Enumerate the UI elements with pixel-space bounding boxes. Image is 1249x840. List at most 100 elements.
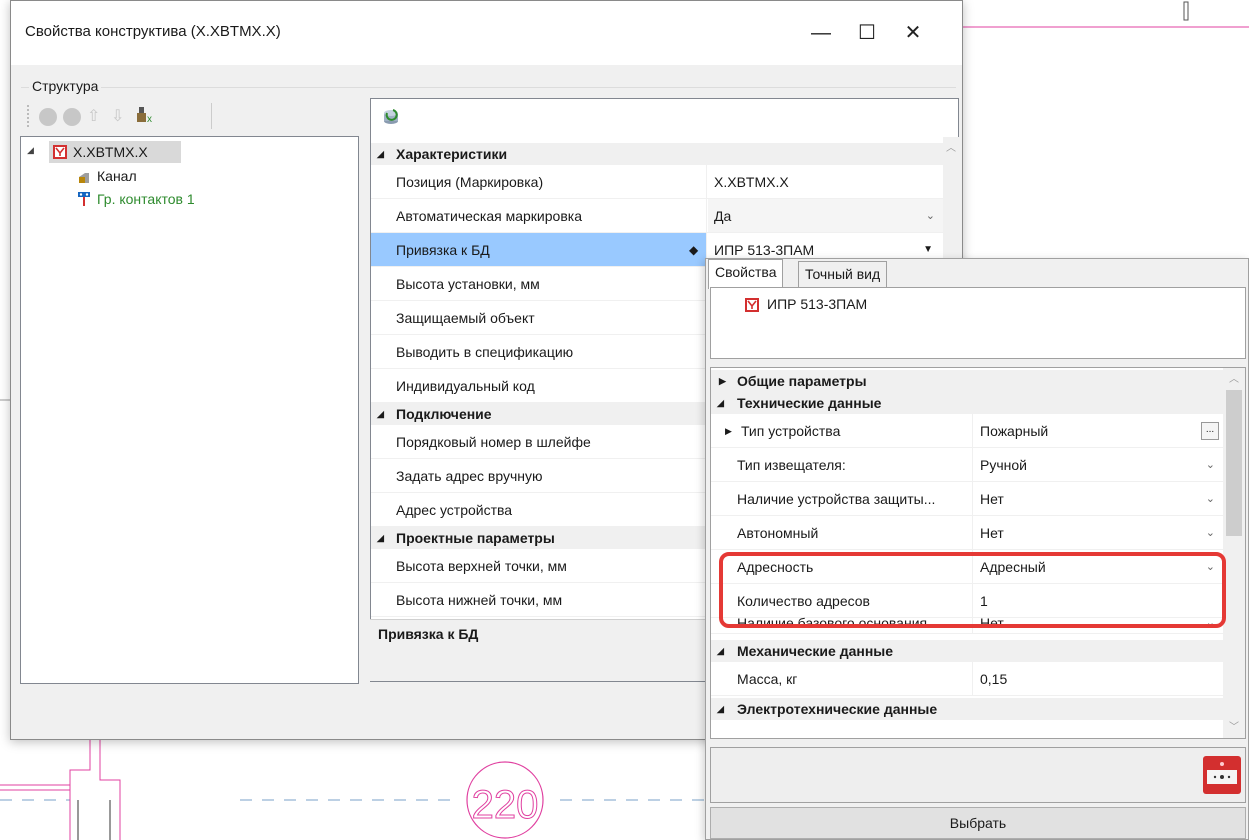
minimize-button[interactable]: —	[798, 13, 844, 53]
property-row[interactable]: Тип извещателя: Ручной ⌄	[711, 448, 1223, 482]
category-mechanical[interactable]: ◢ Механические данные	[711, 640, 1223, 662]
collapse-arrow-icon[interactable]: ◢	[377, 143, 384, 165]
diamond-icon: ◆	[689, 243, 699, 257]
chevron-down-icon[interactable]: ⌄	[1206, 516, 1215, 550]
property-name: Позиция (Маркировка)	[371, 165, 707, 198]
property-value[interactable]: Пожарный ...	[974, 414, 1223, 447]
property-name: Автономный	[711, 516, 973, 549]
collapse-arrow-icon[interactable]: ◢	[377, 403, 384, 425]
property-name: Автоматическая маркировка	[371, 199, 707, 232]
chevron-down-icon[interactable]: ⌄	[926, 199, 935, 233]
category-label: Характеристики	[396, 146, 508, 162]
property-value-text: ИПР 513-3ПАМ	[714, 242, 815, 258]
cad-wall	[77, 800, 111, 840]
property-value[interactable]: Нет ⌄	[974, 482, 1223, 515]
property-row[interactable]: Автоматическая маркировка Да ⌄	[371, 199, 943, 233]
expand-arrow-icon[interactable]: ▶	[719, 370, 726, 392]
category-characteristics[interactable]: ◢ Характеристики	[371, 143, 943, 165]
tree-node-channel[interactable]: Канал	[73, 165, 193, 187]
collapse-arrow-icon[interactable]: ◢	[377, 527, 384, 549]
property-name: Привязка к БД	[371, 233, 707, 266]
property-value[interactable]: 0,15	[974, 662, 1223, 695]
collapse-arrow-icon[interactable]: ◢	[27, 145, 34, 156]
property-name: Адрес устройства	[371, 493, 707, 526]
scroll-up-icon[interactable]: ︿	[1229, 370, 1239, 385]
device-image-box	[710, 747, 1246, 803]
property-name: Масса, кг	[711, 662, 973, 695]
property-value[interactable]: Ручной ⌄	[974, 448, 1223, 481]
property-name: Наличие устройства защиты...	[711, 482, 973, 515]
scroll-thumb[interactable]	[1226, 390, 1242, 536]
category-electrical[interactable]: ◢ Электротехнические данные	[711, 698, 1223, 720]
cad-wall	[0, 740, 121, 840]
ellipsis-button[interactable]: ...	[1201, 422, 1219, 440]
structure-group-label: Структура	[29, 78, 102, 94]
cad-circle-label: 220	[472, 783, 539, 827]
vertical-scrollbar[interactable]: ︿ ﹀	[1223, 368, 1245, 738]
annotation-highlight	[719, 552, 1226, 628]
toolbar-grip	[27, 105, 29, 127]
tree-node-label: Канал	[97, 168, 137, 184]
group-frame	[21, 87, 956, 88]
chevron-down-icon[interactable]: ⌄	[1206, 448, 1215, 482]
scroll-up-icon[interactable]: ︿	[946, 139, 956, 154]
window-title: Свойства конструктива (X.XBTMX.X)	[25, 23, 281, 40]
maximize-button[interactable]: ☐	[844, 13, 890, 53]
description-title: Привязка к БД	[378, 626, 479, 642]
device-preview-box: ИПР 513-3ПАМ	[710, 287, 1246, 359]
property-row[interactable]: Масса, кг 0,15	[711, 662, 1223, 696]
property-name: Выводить в спецификацию	[371, 335, 707, 368]
property-name: Порядковый номер в шлейфе	[371, 425, 707, 458]
tab-exact-view[interactable]: Точный вид	[798, 261, 888, 287]
property-value-text: Нет	[980, 525, 1004, 541]
property-name: Тип извещателя:	[711, 448, 973, 481]
refresh-icon[interactable]	[381, 107, 401, 127]
cad-marker	[1183, 1, 1189, 21]
property-row[interactable]: Позиция (Маркировка) X.XBTMX.X	[371, 165, 943, 199]
category-label: Электротехнические данные	[737, 701, 938, 717]
add-icon[interactable]	[39, 108, 57, 126]
property-row[interactable]: Наличие устройства защиты... Нет ⌄	[711, 482, 1223, 516]
category-general[interactable]: ▶ Общие параметры	[711, 370, 1223, 392]
property-name: Индивидуальный код	[371, 369, 707, 402]
property-value[interactable]: Да ⌄	[708, 199, 943, 232]
toolbar-separator	[211, 103, 212, 129]
channel-icon	[77, 169, 91, 183]
category-technical[interactable]: ◢ Технические данные	[711, 392, 1223, 414]
device-icon	[745, 298, 759, 312]
structure-tree: ◢ X.XBTMX.X Канал Гр. контактов 1	[20, 136, 359, 684]
property-value-text: Пожарный	[980, 423, 1049, 439]
tree-node-contacts[interactable]: Гр. контактов 1	[73, 188, 243, 210]
collapse-arrow-icon[interactable]: ◢	[717, 698, 724, 720]
device-icon	[53, 145, 67, 159]
svg-text:x: x	[147, 114, 152, 124]
property-value-text: Да	[714, 208, 732, 224]
remove-icon[interactable]	[63, 108, 81, 126]
db-item-popup: Свойства Точный вид ИПР 513-3ПАМ ▶ Общие…	[705, 258, 1249, 840]
property-value[interactable]: X.XBTMX.X	[708, 165, 943, 198]
category-label: Проектные параметры	[396, 530, 555, 546]
scroll-down-icon[interactable]: ﹀	[1229, 718, 1239, 733]
title-bar[interactable]: Свойства конструктива (X.XBTMX.X) — ☐ ✕	[11, 1, 962, 65]
tree-node-root[interactable]: X.XBTMX.X	[49, 141, 181, 163]
category-label: Общие параметры	[737, 373, 867, 389]
move-down-icon[interactable]: ⇩	[111, 106, 124, 126]
move-up-icon[interactable]: ⇧	[87, 106, 100, 126]
property-value[interactable]: Нет ⌄	[974, 516, 1223, 549]
select-button[interactable]: Выбрать	[710, 807, 1246, 839]
chevron-down-icon[interactable]: ⌄	[1206, 482, 1215, 516]
tab-properties[interactable]: Свойства	[708, 259, 784, 289]
category-label: Механические данные	[737, 643, 894, 659]
property-row[interactable]: Автономный Нет ⌄	[711, 516, 1223, 550]
delete-contacts-icon[interactable]: x	[135, 104, 157, 125]
property-name: Высота установки, мм	[371, 267, 707, 300]
close-button[interactable]: ✕	[890, 13, 936, 53]
contacts-icon	[77, 191, 91, 207]
collapse-arrow-icon[interactable]: ◢	[717, 392, 724, 414]
tree-node-label: X.XBTMX.X	[73, 144, 148, 160]
property-row[interactable]: ▶ Тип устройства Пожарный ...	[711, 414, 1223, 448]
property-name: Задать адрес вручную	[371, 459, 707, 492]
collapse-arrow-icon[interactable]: ◢	[717, 640, 724, 662]
category-label: Подключение	[396, 406, 492, 422]
property-name: Высота нижней точки, мм	[371, 583, 707, 616]
